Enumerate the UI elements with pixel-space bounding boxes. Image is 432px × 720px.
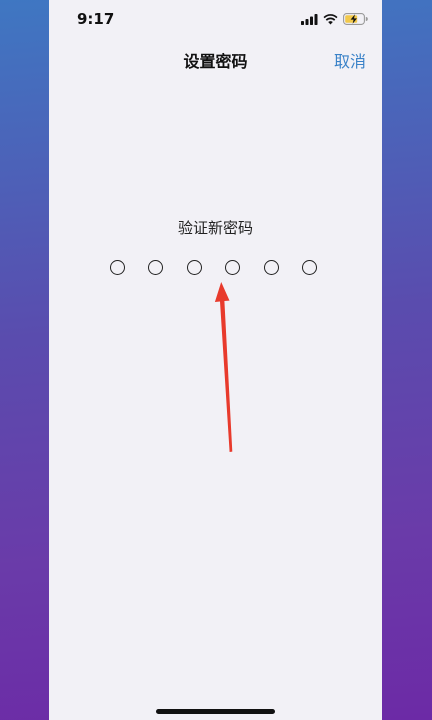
red-arrow-icon xyxy=(214,282,233,452)
home-indicator[interactable] xyxy=(156,709,275,714)
phone-screen: 9:17 设置密码 取消 验证新密码 xyxy=(49,0,382,720)
